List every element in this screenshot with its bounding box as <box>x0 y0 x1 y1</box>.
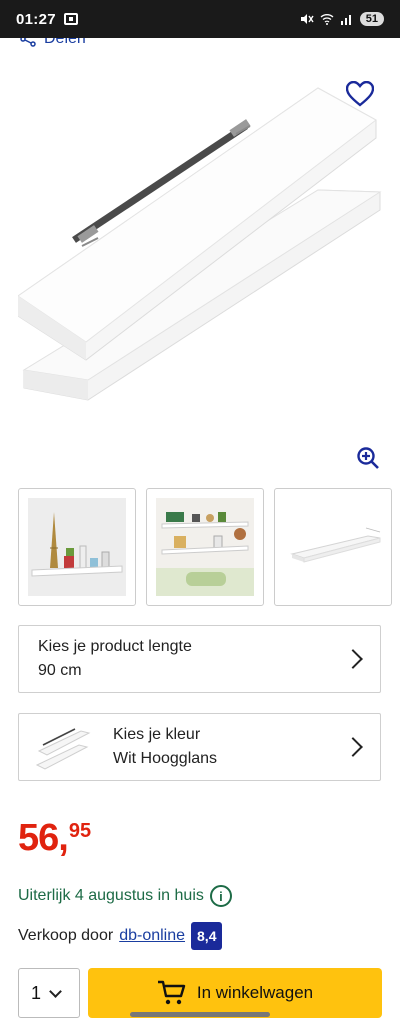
product-length-value: 90 cm <box>38 662 82 679</box>
chevron-right-icon <box>343 649 363 669</box>
status-bar-overlay: 01:27 51 <box>0 0 400 38</box>
product-length-title: Kies je product lengte <box>38 638 192 655</box>
delivery-text: Uiterlijk 4 augustus in huis <box>18 887 204 904</box>
status-time-overlay: 01:27 <box>16 10 56 28</box>
price: 56 , 95 <box>18 818 91 858</box>
thumbnail-strip <box>18 488 400 606</box>
quantity-value: 1 <box>31 982 42 1003</box>
cart-icon <box>157 980 186 1005</box>
color-option[interactable]: Kies je kleur Wit Hoogglans <box>18 713 381 781</box>
color-swatch-image <box>35 728 91 770</box>
thumbnail-living-room-shelves[interactable] <box>146 488 264 606</box>
price-cents: 95 <box>68 820 92 842</box>
color-text: Kies je kleur Wit Hoogglans <box>113 726 217 768</box>
screenshot-icon-overlay <box>63 13 78 25</box>
color-value: Wit Hoogglans <box>113 750 218 767</box>
seller-rating-badge: 8,4 <box>191 922 223 950</box>
seller-link[interactable]: db-online <box>119 927 185 945</box>
battery-indicator-overlay: 51 <box>359 12 384 26</box>
color-title: Kies je kleur <box>113 726 201 743</box>
zoom-in-icon <box>357 447 379 469</box>
product-image[interactable] <box>17 70 382 480</box>
add-to-cart-button[interactable]: In winkelwagen <box>88 968 382 1018</box>
shelves-illustration <box>17 87 382 401</box>
add-to-cart-label: In winkelwagen <box>196 983 314 1002</box>
thumbnail-image <box>156 498 254 596</box>
chevron-right-icon <box>343 737 363 757</box>
mute-icon-overlay <box>300 14 314 24</box>
heart-icon <box>346 81 374 107</box>
seller-prefix: Verkoop door <box>18 927 114 944</box>
price-comma: , <box>58 817 69 859</box>
quantity-select[interactable]: 1 <box>18 968 80 1018</box>
thumbnail-image <box>28 498 126 596</box>
gesture-nav-handle <box>130 1012 270 1017</box>
delivery-info: Uiterlijk 4 augustus in huis i <box>18 885 232 907</box>
thumbnail-single-shelf[interactable] <box>274 488 392 606</box>
seller-info: Verkoop door db-online 8,4 <box>18 922 223 950</box>
info-icon[interactable]: i <box>209 885 232 907</box>
product-length-option[interactable]: Kies je product lengte 90 cm <box>18 625 381 693</box>
zoom-button[interactable] <box>354 444 382 472</box>
wifi-icon-overlay <box>320 14 334 25</box>
thumbnail-eiffel-shelf[interactable] <box>18 488 136 606</box>
price-euros: 56 <box>18 817 59 859</box>
product-length-text: Kies je product lengte 90 cm <box>38 638 192 680</box>
chevron-down-icon <box>49 984 62 998</box>
signal-icon-overlay <box>340 15 351 25</box>
favorite-button[interactable] <box>342 76 378 112</box>
status-icons-overlay: 51 <box>300 12 384 26</box>
thumbnail-image <box>284 498 382 596</box>
